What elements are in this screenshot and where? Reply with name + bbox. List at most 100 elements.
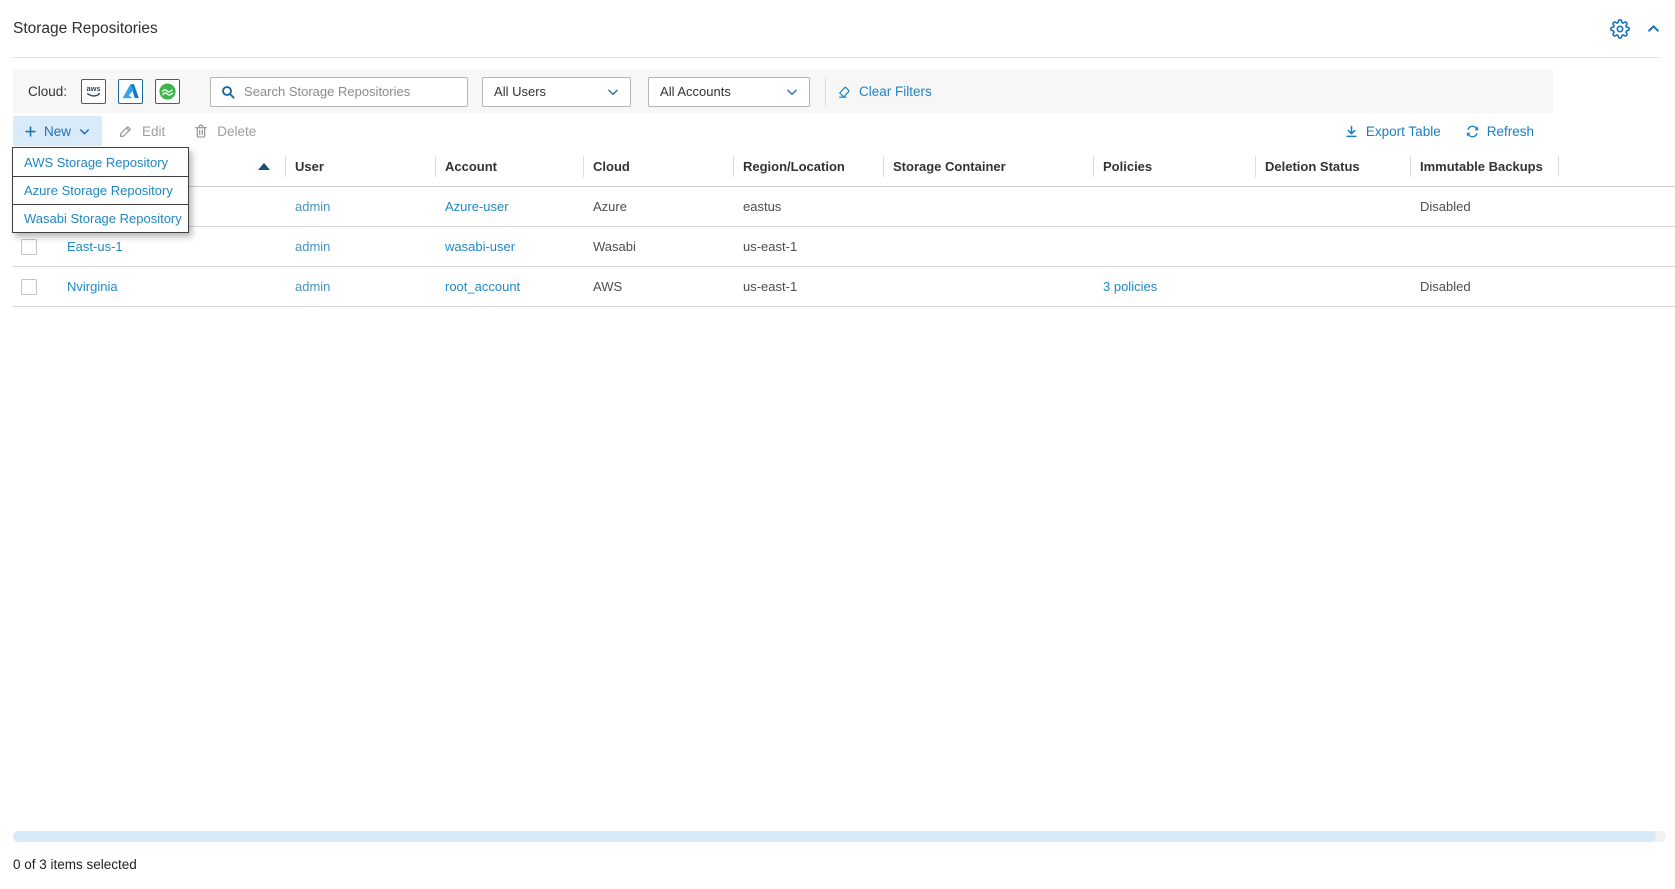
- header-account[interactable]: Account: [435, 146, 583, 186]
- cell-immutable-backups: Disabled: [1410, 267, 1558, 306]
- new-repository-button[interactable]: New: [13, 116, 102, 146]
- svg-text:aws: aws: [87, 84, 101, 93]
- refresh-label: Refresh: [1487, 124, 1534, 139]
- cell-deletion-status: [1255, 187, 1410, 226]
- page-title: Storage Repositories: [13, 20, 158, 38]
- chevron-down-icon: [785, 85, 799, 99]
- header-immutable-backups[interactable]: Immutable Backups: [1410, 146, 1558, 186]
- settings-gear-icon[interactable]: [1610, 19, 1630, 39]
- delete-button[interactable]: Delete: [193, 123, 256, 139]
- eraser-icon: [836, 84, 852, 100]
- cell-deletion-status: [1255, 267, 1410, 306]
- table-header-row: User Account Cloud Region/Location Stora…: [13, 146, 1675, 187]
- search-input[interactable]: [244, 84, 458, 99]
- user-link[interactable]: admin: [295, 279, 330, 294]
- cell-cloud: Wasabi: [583, 227, 733, 266]
- new-repository-menu: AWS Storage Repository Azure Storage Rep…: [12, 147, 189, 233]
- user-link[interactable]: admin: [295, 199, 330, 214]
- new-button-label: New: [44, 124, 71, 139]
- selection-status: 0 of 3 items selected: [13, 857, 137, 872]
- repository-name-link[interactable]: Nvirginia: [67, 279, 118, 294]
- account-link[interactable]: Azure-user: [445, 199, 509, 214]
- table-row[interactable]: Nvirginia admin root_account AWS us-east…: [13, 267, 1675, 307]
- repositories-table: User Account Cloud Region/Location Stora…: [13, 146, 1675, 307]
- accounts-filter-select[interactable]: All Accounts: [648, 77, 810, 107]
- cloud-filter-label: Cloud:: [28, 84, 67, 99]
- refresh-icon: [1465, 124, 1480, 139]
- filter-divider: [825, 78, 826, 106]
- policies-link[interactable]: 3 policies: [1103, 279, 1157, 294]
- menu-item-wasabi-storage-repository[interactable]: Wasabi Storage Repository: [13, 204, 188, 232]
- header-filler: [1558, 146, 1675, 186]
- header-region[interactable]: Region/Location: [733, 146, 883, 186]
- filter-bar: Cloud: aws: [13, 70, 1553, 113]
- table-row[interactable]: East-us-1 admin wasabi-user Wasabi us-ea…: [13, 227, 1675, 267]
- header-storage-container[interactable]: Storage Container: [883, 146, 1093, 186]
- header-user[interactable]: User: [285, 146, 435, 186]
- chevron-down-icon: [606, 85, 620, 99]
- chevron-down-icon: [78, 125, 91, 138]
- aws-logo-icon: aws: [83, 81, 104, 102]
- sort-ascending-icon: [258, 163, 270, 170]
- cell-immutable-backups: Disabled: [1410, 187, 1558, 226]
- header-actions: [1610, 19, 1661, 39]
- download-icon: [1344, 124, 1359, 139]
- export-table-label: Export Table: [1366, 124, 1441, 139]
- users-filter-select[interactable]: All Users: [482, 77, 631, 107]
- cell-storage-container: [883, 187, 1093, 226]
- storage-repositories-page: Storage Repositories Cloud: aws: [0, 0, 1675, 889]
- repository-name-link[interactable]: East-us-1: [67, 239, 123, 254]
- collapse-panel-chevron-up-icon[interactable]: [1646, 21, 1661, 36]
- page-header: Storage Repositories: [13, 0, 1661, 58]
- clear-filters-label: Clear Filters: [859, 84, 932, 99]
- users-filter-value: All Users: [494, 84, 546, 99]
- menu-item-aws-storage-repository[interactable]: AWS Storage Repository: [13, 148, 188, 176]
- cell-filler: [1558, 187, 1675, 226]
- user-link[interactable]: admin: [295, 239, 330, 254]
- account-link[interactable]: wasabi-user: [445, 239, 515, 254]
- table-row[interactable]: admin Azure-user Azure eastus Disabled: [13, 187, 1675, 227]
- row-checkbox[interactable]: [21, 279, 37, 295]
- header-policies[interactable]: Policies: [1093, 146, 1255, 186]
- accounts-filter-value: All Accounts: [660, 84, 731, 99]
- azure-logo-icon: [120, 81, 141, 102]
- cloud-filter-aws-button[interactable]: aws: [81, 79, 106, 104]
- cell-cloud: Azure: [583, 187, 733, 226]
- plus-icon: [24, 125, 37, 138]
- cell-filler: [1558, 267, 1675, 306]
- cell-immutable-backups: [1410, 227, 1558, 266]
- clear-filters-button[interactable]: Clear Filters: [836, 84, 932, 100]
- toolbar-right: Export Table Refresh: [1344, 124, 1534, 139]
- cell-storage-container: [883, 267, 1093, 306]
- cloud-filter-azure-button[interactable]: [118, 79, 143, 104]
- trash-icon: [193, 123, 209, 139]
- cloud-filter-wasabi-button[interactable]: [155, 79, 180, 104]
- cell-policies: [1093, 227, 1255, 266]
- cell-filler: [1558, 227, 1675, 266]
- horizontal-scrollbar-thumb[interactable]: [13, 831, 1656, 842]
- row-checkbox[interactable]: [21, 239, 37, 255]
- pencil-icon: [118, 123, 134, 139]
- account-link[interactable]: root_account: [445, 279, 520, 294]
- refresh-button[interactable]: Refresh: [1465, 124, 1534, 139]
- export-table-button[interactable]: Export Table: [1344, 124, 1441, 139]
- header-cloud[interactable]: Cloud: [583, 146, 733, 186]
- delete-button-label: Delete: [217, 124, 256, 139]
- cell-region: us-east-1: [733, 267, 883, 306]
- menu-item-azure-storage-repository[interactable]: Azure Storage Repository: [13, 176, 188, 204]
- toolbar-left: New Edit: [13, 116, 256, 146]
- cell-policies: [1093, 187, 1255, 226]
- horizontal-scrollbar-track[interactable]: [13, 831, 1666, 842]
- cell-region: eastus: [733, 187, 883, 226]
- edit-button[interactable]: Edit: [118, 123, 165, 139]
- cell-region: us-east-1: [733, 227, 883, 266]
- header-deletion-status[interactable]: Deletion Status: [1255, 146, 1410, 186]
- edit-button-label: Edit: [142, 124, 165, 139]
- wasabi-logo-icon: [157, 81, 178, 102]
- search-icon: [220, 84, 236, 100]
- search-box: [210, 77, 468, 107]
- cell-storage-container: [883, 227, 1093, 266]
- cell-deletion-status: [1255, 227, 1410, 266]
- table-toolbar: New Edit: [13, 116, 1553, 146]
- cell-cloud: AWS: [583, 267, 733, 306]
